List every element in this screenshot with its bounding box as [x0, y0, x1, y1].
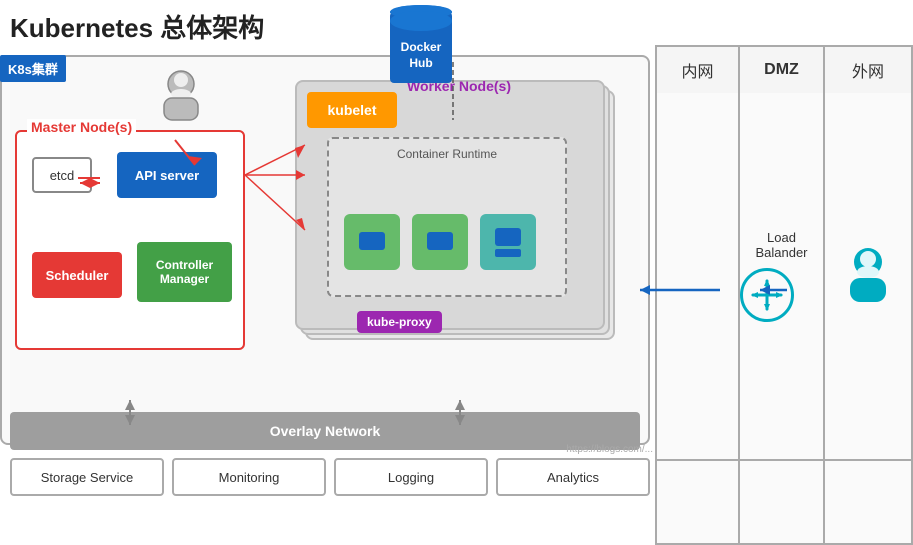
- worker-card-1: Worker Node(s) kubelet Container Runtime: [295, 80, 605, 330]
- controller-label: ControllerManager: [156, 258, 213, 286]
- service-box-monitoring: Monitoring: [172, 458, 326, 496]
- etcd-box: etcd: [32, 157, 92, 193]
- master-node: Master Node(s) etcd API server Scheduler…: [15, 130, 245, 350]
- zone-headers: 内网 DMZ 外网: [655, 45, 913, 93]
- container-runtime-label: Container Runtime: [397, 147, 497, 161]
- zone-bottom: [655, 461, 913, 545]
- kube-proxy-label: kube-proxy: [367, 315, 432, 329]
- overlay-network: Overlay Network: [10, 412, 640, 450]
- zone-external-body: [825, 93, 913, 461]
- docker-hub-area: Docker Hub: [390, 5, 452, 83]
- pod-icon-3b: [495, 249, 521, 257]
- main-container: Kubernetes 总体架构 K8s集群 Docker Hub kubectl…: [0, 0, 913, 500]
- api-server-box: API server: [117, 152, 217, 198]
- zone-dmz-header: DMZ: [740, 45, 825, 93]
- zone-bodies: Load Balander: [655, 93, 913, 461]
- service-boxes: Storage Service Monitoring Logging Analy…: [0, 454, 660, 500]
- zone-dmz-body: Load Balander: [740, 93, 825, 461]
- service-box-analytics: Analytics: [496, 458, 650, 496]
- pod-icon-3: [495, 228, 521, 246]
- service-box-logging: Logging: [334, 458, 488, 496]
- zone-intranet-body: [655, 93, 740, 461]
- network-zones: 内网 DMZ 外网 Load Balander: [655, 0, 913, 500]
- load-balancer-label: Load Balander: [740, 230, 823, 260]
- worker-node-area: Worker Node(s) kubelet Container Runtime: [295, 80, 625, 350]
- zone-external-header: 外网: [825, 45, 913, 93]
- external-user-icon: [842, 246, 894, 306]
- pod-box-1: [344, 214, 400, 270]
- load-balancer-svg: [749, 277, 785, 313]
- k8s-badge: K8s集群: [0, 55, 66, 82]
- load-balancer-icon: [740, 268, 794, 322]
- watermark: https://blogs.com/...: [566, 444, 653, 455]
- scheduler-label: Scheduler: [46, 268, 109, 283]
- pod-icon-1: [359, 232, 385, 250]
- kubelet-label: kubelet: [327, 102, 376, 118]
- kubelet-box: kubelet: [307, 92, 397, 128]
- etcd-label: etcd: [50, 168, 75, 183]
- service-box-storage: Storage Service: [10, 458, 164, 496]
- scheduler-box: Scheduler: [32, 252, 122, 298]
- controller-manager-box: ControllerManager: [137, 242, 232, 302]
- pod-box-3: [480, 214, 536, 270]
- docker-hub-label: Docker Hub: [390, 40, 452, 71]
- master-node-label: Master Node(s): [27, 119, 136, 135]
- load-balancer-container: Load Balander: [740, 230, 823, 322]
- kube-proxy-box: kube-proxy: [357, 311, 442, 333]
- page-title: Kubernetes 总体架构: [10, 8, 264, 45]
- pod-row: [344, 214, 536, 270]
- user-avatar-icon: [156, 70, 206, 125]
- zone-intranet-header: 内网: [655, 45, 740, 93]
- pod-icon-2: [427, 232, 453, 250]
- container-runtime-box: Container Runtime: [327, 137, 567, 297]
- overlay-network-label: Overlay Network: [270, 423, 381, 439]
- pod-box-2: [412, 214, 468, 270]
- api-server-label: API server: [135, 168, 199, 183]
